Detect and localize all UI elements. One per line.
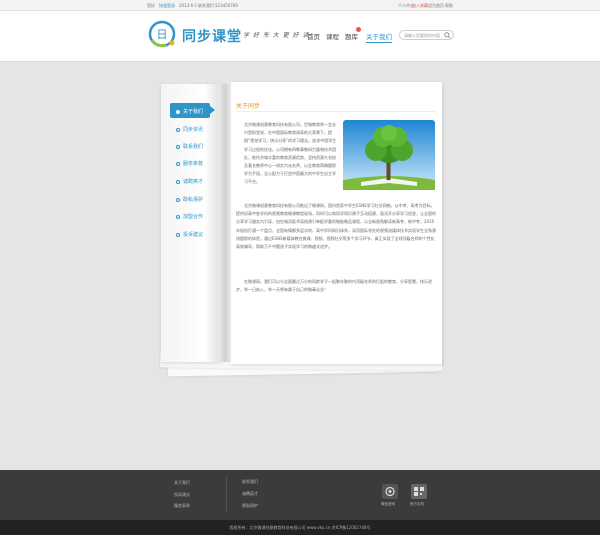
svg-text:日: 日: [157, 28, 168, 41]
nav-home[interactable]: 首页: [307, 31, 320, 41]
copyright-bar: 版权所有：北京微课创意教育科技有限公司 www.vko.cn 京ICP备1200…: [0, 520, 600, 535]
sidebar-item-label: 关于我们: [183, 109, 204, 115]
bullet-icon: [176, 161, 180, 166]
footer-link-complaints[interactable]: 投诉建议: [174, 492, 190, 498]
help-link[interactable]: 帮助: [445, 3, 453, 9]
about-paragraph-2: 北京微课创意教育科技有限公司推出了微课网，国内首家中学生ESNS学习社交网络，以…: [236, 203, 436, 250]
quick-login-link[interactable]: 快速登录: [159, 3, 175, 9]
sidebar-item-news[interactable]: 同步资讯: [176, 126, 203, 133]
about-paragraph-1: 北京微课创意教育科技有限公司，世城教育师一会长兴是职堂说，在中国国际教育改革的大…: [244, 122, 337, 185]
logo-icon[interactable]: 日: [148, 20, 176, 48]
sidebar-item-terms[interactable]: 服务条款: [176, 160, 203, 167]
search-placeholder: 请输入您要找的内容: [404, 33, 440, 38]
nav-courses[interactable]: 课程: [326, 31, 339, 41]
sidebar-item-complaints[interactable]: 投诉建议: [176, 231, 203, 238]
sidebar-item-label: 隐私保护: [183, 197, 204, 203]
footer-link-about[interactable]: 关于我们: [174, 480, 190, 486]
bullet-icon: [176, 127, 180, 132]
wechat-icon[interactable]: [382, 484, 398, 499]
sidebar-item-label: 加盟合作: [183, 214, 204, 220]
set-homepage-link[interactable]: 设为首页: [428, 3, 444, 9]
footer-link-privacy[interactable]: 隐私保护: [242, 503, 258, 509]
date-text: 2013-6-1: [179, 3, 198, 8]
favorite-link[interactable]: 加入收藏: [412, 3, 428, 9]
bullet-icon: [176, 197, 180, 202]
mobile-label: 官方手机: [410, 502, 424, 506]
site-header: 日 同步课堂 学 好 东 大 更 好 读： 首页 课程 题库 关于我们 请输入您…: [0, 11, 600, 62]
nav-about-us[interactable]: 关于我们: [366, 31, 392, 43]
sidebar-item-partnership[interactable]: 加盟合作: [176, 213, 203, 220]
search-icon[interactable]: [444, 32, 451, 39]
title-divider: [236, 111, 436, 112]
sidebar-item-contact[interactable]: 联系我们: [176, 143, 203, 150]
footer-divider: [226, 477, 227, 511]
bullet-icon: [176, 144, 180, 149]
sidebar-item-privacy[interactable]: 隐私保护: [176, 196, 203, 203]
bullet-icon: [176, 179, 180, 184]
sidebar-item-label: 同步资讯: [183, 127, 204, 133]
sidebar-item-about-us[interactable]: 关于我们: [170, 103, 215, 118]
greeting-text: 您好: [147, 3, 155, 8]
top-bar: 您好 快速登录 2013-6-1 联系我们： 123456789 个人中心 加入…: [0, 0, 600, 11]
nav-question-bank[interactable]: 题库: [345, 31, 358, 41]
sidebar-item-label: 投诉建议: [183, 232, 204, 238]
footer-link-terms[interactable]: 服务条款: [174, 503, 190, 509]
sidebar-item-label: 服务条款: [183, 161, 204, 167]
sidebar-item-careers[interactable]: 诚聘英才: [176, 178, 203, 185]
bullet-icon: [176, 232, 180, 237]
site-footer: [0, 470, 600, 520]
page-title: 关于同步: [236, 103, 261, 110]
wechat-label: 微信官网: [381, 502, 395, 506]
sidebar-item-label: 联系我们: [183, 144, 204, 150]
bullet-icon: [176, 109, 180, 114]
footer-link-careers[interactable]: 诚聘英才: [242, 491, 258, 497]
about-paragraph-3: 在微课网，我们可以与全国最过万分的同龄学子一起聚年聚的内顶级名师的打起的教育，分…: [236, 279, 432, 293]
contact-value: 123456789: [215, 3, 238, 8]
search-input[interactable]: 请输入您要找的内容: [399, 30, 454, 40]
sidebar-item-label: 诚聘英才: [183, 179, 204, 185]
tree-book-image: [343, 120, 435, 190]
footer-link-contact[interactable]: 联系我们: [242, 479, 258, 485]
nav-badge: [356, 27, 361, 32]
mobile-qr-icon[interactable]: [411, 484, 427, 499]
logo-text[interactable]: 同步课堂: [182, 26, 242, 46]
slogan: 学 好 东 大 更 好 读：: [243, 32, 317, 39]
bullet-icon: [176, 214, 180, 219]
